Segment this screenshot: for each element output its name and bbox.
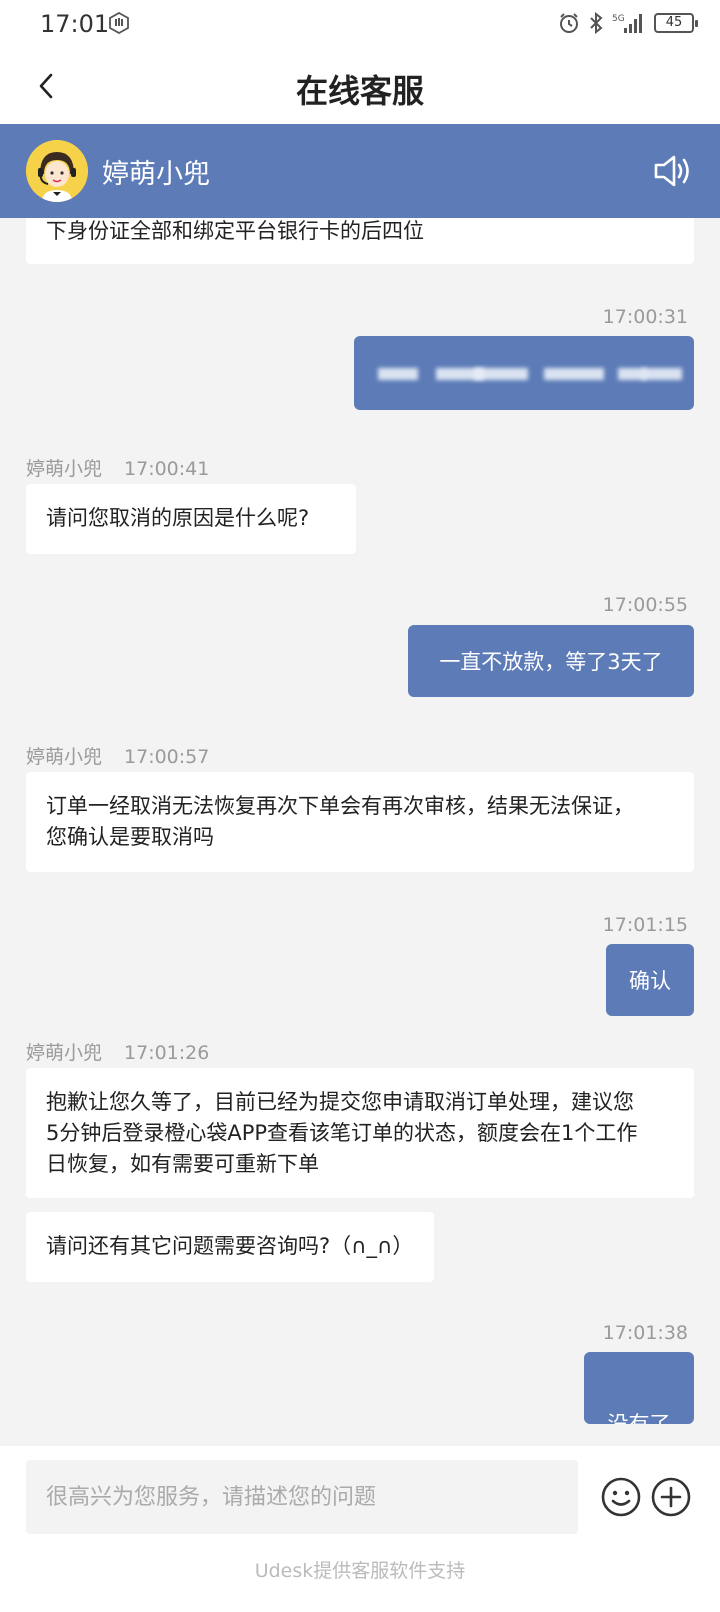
- agent-message-text: 请问您取消的原因是什么呢?: [46, 506, 310, 530]
- message-meta: 婷萌小兜 17:01:26: [26, 1038, 209, 1065]
- signal-icon: 5G: [612, 14, 642, 33]
- agent-header: 婷萌小兜: [0, 124, 720, 218]
- user-message-text: 没有了: [607, 1412, 671, 1424]
- battery-level: 45: [665, 15, 683, 30]
- agent-message-line: 订单一经取消无法恢复再次下单会有再次审核，结果无法保证，: [46, 794, 634, 818]
- message-time: 17:01:26: [124, 1042, 210, 1064]
- agent-message-line: 抱歉让您久等了，目前已经为提交您申请取消订单处理，建议您: [46, 1090, 634, 1114]
- agent-message: 请问您取消的原因是什么呢?: [26, 484, 356, 554]
- user-message: 确认: [606, 944, 694, 1016]
- agent-message: 请问还有其它问题需要咨询吗?（∩_∩）: [26, 1212, 434, 1282]
- message-time: 17:01:15: [602, 914, 688, 936]
- sender-name: 婷萌小兜: [26, 746, 103, 768]
- agent-avatar: [26, 140, 88, 202]
- message-time: 17:00:55: [602, 594, 688, 616]
- powered-by-text: Udesk提供客服软件支持: [254, 1560, 466, 1582]
- message-time: 17:00:41: [124, 458, 210, 480]
- agent-message-line: 5分钟后登录橙心袋APP查看该笔订单的状态，额度会在1个工作: [46, 1121, 638, 1145]
- user-message: [354, 336, 694, 410]
- status-time: 17:01: [40, 10, 110, 38]
- blurred-text: [544, 368, 604, 380]
- chat-area[interactable]: 下身份证全部和绑定平台银行卡的后四位 17:00:31 婷萌小兜 17:00:41…: [0, 218, 720, 1424]
- user-message: 一直不放款，等了3天了: [408, 625, 694, 697]
- emoji-icon[interactable]: [600, 1476, 642, 1518]
- bluetooth-icon: [590, 12, 603, 34]
- agent-message: 抱歉让您久等了，目前已经为提交您申请取消订单处理，建议您 5分钟后登录橙心袋AP…: [26, 1068, 694, 1198]
- sender-name: 婷萌小兜: [26, 458, 103, 480]
- plus-circle-icon[interactable]: [650, 1476, 692, 1518]
- agent-name: 婷萌小兜: [102, 159, 210, 190]
- agent-message: 下身份证全部和绑定平台银行卡的后四位: [26, 218, 694, 264]
- agent-avatar-icon: [26, 140, 88, 202]
- nav-bar: 在线客服: [0, 48, 720, 124]
- agent-message-text: 请问还有其它问题需要咨询吗?（∩_∩）: [46, 1234, 414, 1258]
- agent-message-line: 您确认是要取消吗: [46, 825, 214, 849]
- blurred-text: [642, 368, 682, 380]
- message-input[interactable]: [26, 1460, 578, 1534]
- user-message-text: 一直不放款，等了3天了: [439, 650, 663, 674]
- message-time: 17:01:38: [602, 1322, 688, 1344]
- battery-icon: 45: [654, 13, 698, 33]
- sender-name: 婷萌小兜: [26, 1042, 103, 1064]
- message-time: 17:00:31: [602, 306, 688, 328]
- user-message-text: 确认: [629, 969, 671, 993]
- page-title: 在线客服: [295, 72, 424, 110]
- blurred-text: [474, 368, 528, 380]
- status-bar: 17:01 5G 45: [0, 0, 720, 48]
- input-area: Udesk提供客服软件支持: [0, 1446, 720, 1612]
- alarm-icon: [560, 13, 578, 33]
- message-meta: 婷萌小兜 17:00:57: [26, 742, 209, 769]
- agent-message-line: 日恢复，如有需要可重新下单: [46, 1152, 319, 1176]
- message-meta: 婷萌小兜 17:00:41: [26, 454, 209, 481]
- user-message: 没有了: [584, 1352, 694, 1424]
- agent-message: 订单一经取消无法恢复再次下单会有再次审核，结果无法保证， 您确认是要取消吗: [26, 772, 694, 872]
- network-label: 5G: [612, 14, 625, 24]
- blurred-text: [378, 368, 418, 380]
- message-time: 17:00:57: [124, 746, 210, 768]
- hand-icon: [109, 12, 129, 34]
- speaker-icon[interactable]: [652, 150, 694, 192]
- agent-message-text: 下身份证全部和绑定平台银行卡的后四位: [46, 219, 424, 243]
